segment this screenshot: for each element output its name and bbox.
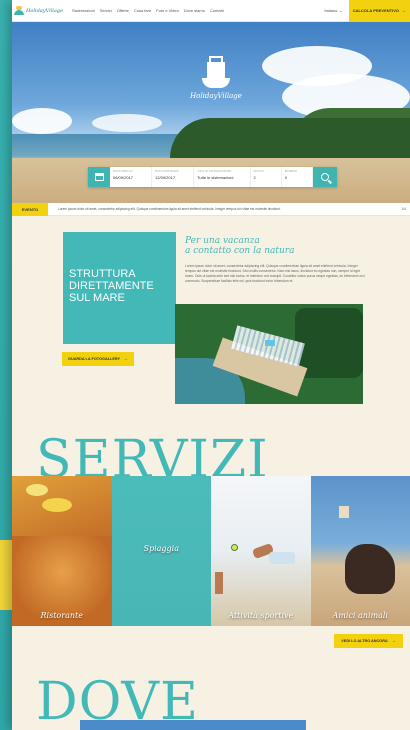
menu-item-foto-video[interactable]: Foto e Video [156,8,179,13]
ticker-text[interactable]: Lorem ipsum dolor sit amet, consectetur … [58,207,378,211]
page: HolidayVillage Sistemazioni Servizi Offe… [12,0,410,730]
children-label: BAMBINI [284,169,298,173]
cloud [12,108,72,134]
calendar-button[interactable] [88,167,110,187]
menu-item-offerte[interactable]: Offerte [117,8,129,13]
intro-title-line1: Per una vacanza [185,236,260,246]
more-services-label: VEDI LO ALTRO ANCORA [341,639,388,643]
volleyball-icon [231,544,238,551]
logo-icon [14,6,24,15]
logo-text: HolidayVillage [26,7,64,14]
intro-title: Per una vacanza a contatto con la natura [185,236,365,257]
search-icon [321,173,330,181]
adults-value: 2 [253,175,256,180]
arrow-right-icon: → [401,7,406,14]
intro-highlight-text: STRUTTURA DIRETTAMENTE SUL MARE [69,268,154,305]
accommodation-type-value: Tutte le sistemazioni [197,175,234,180]
ticker-count: 1/4 [401,207,406,211]
booking-search-bar: DATA ARRIVO 06/09/2017 DATA PARTENZA 12/… [88,167,338,187]
quote-button-label: CALCOLA PREVENTIVO [352,8,399,13]
menu-item-dove-siamo[interactable]: Dove siamo [184,8,205,13]
search-button[interactable] [313,167,338,187]
language-select[interactable]: Italiano ⌄ [324,8,342,13]
menu-item-servizi[interactable]: Servizi [100,8,112,13]
checkin-label: DATA ARRIVO [113,169,133,173]
menu-item-contatti[interactable]: Contatti [210,8,224,13]
accommodation-type-select[interactable]: TIPO DI SISTEMAZIONE Tutte le sistemazio… [194,167,251,187]
language-label: Italiano [324,8,338,13]
checkin-value: 06/09/2017 [113,175,134,180]
aerial-photo [175,304,363,404]
intro-title-line2: a contatto con la natura [185,246,295,257]
menu-item-sistemazioni[interactable]: Sistemazioni [72,8,95,13]
service-caption: Attività sportive [228,611,294,620]
service-tile-restaurant[interactable]: Ristorante [12,476,112,626]
calendar-icon [94,173,104,181]
service-tile-sports[interactable]: Attività sportive [211,476,311,626]
intro-body: Lorem ipsum dolor sit amet, consectetur … [185,264,365,283]
tower-logo-icon [202,56,230,90]
main-menu: Sistemazioni Servizi Offerte Cosa fare F… [72,8,224,13]
arrow-right-icon: → [123,356,129,362]
logo[interactable]: HolidayVillage [14,6,70,15]
checkout-field[interactable]: DATA PARTENZA 12/09/2017 [152,167,195,187]
accommodation-type-label: TIPO DI SISTEMAZIONE [197,169,232,173]
service-tile-beach[interactable]: Spiaggia [111,476,211,626]
top-nav: HolidayVillage Sistemazioni Servizi Offe… [12,0,410,22]
services-tiles: Ristorante Spiaggia Attività sportive Am… [12,476,410,626]
menu-item-cosa-fare[interactable]: Cosa fare [134,8,151,13]
gallery-button[interactable]: GUARDA LA FOTOGALLERY → [62,352,134,366]
quote-button[interactable]: CALCOLA PREVENTIVO → [348,0,410,22]
service-caption: Amici animali [332,611,388,620]
service-caption: Ristorante [40,611,83,620]
children-value: 0 [284,175,288,180]
event-ticker: EVENTO Lorem ipsum dolor sit amet, conse… [12,202,410,216]
gallery-button-label: GUARDA LA FOTOGALLERY [67,357,121,361]
checkout-value: 12/09/2017 [155,175,176,180]
more-services-button[interactable]: VEDI LO ALTRO ANCORA → [334,634,403,648]
chevron-down-icon: ⌄ [339,8,343,13]
adults-label: ADULTI [253,169,264,173]
where-map-image [80,720,306,730]
children-select[interactable]: BAMBINI 0 [282,167,314,187]
adults-select[interactable]: ADULTI 2 [251,167,282,187]
arrow-right-icon: → [390,638,396,644]
checkin-field[interactable]: DATA ARRIVO 06/09/2017 [110,167,153,187]
ticker-label: EVENTO [12,202,48,216]
intro-highlight-box: STRUTTURA DIRETTAMENTE SUL MARE [63,232,176,344]
hero-brand-name: HolidayVillage [190,92,242,100]
service-caption: Spiaggia [143,544,180,553]
dog-image [344,544,395,594]
cloud [92,114,162,132]
service-tile-pets[interactable]: Amici animali [310,476,410,626]
hero-hill [170,118,410,158]
checkout-label: DATA PARTENZA [155,169,179,173]
hero-brand: HolidayVillage [186,56,246,100]
